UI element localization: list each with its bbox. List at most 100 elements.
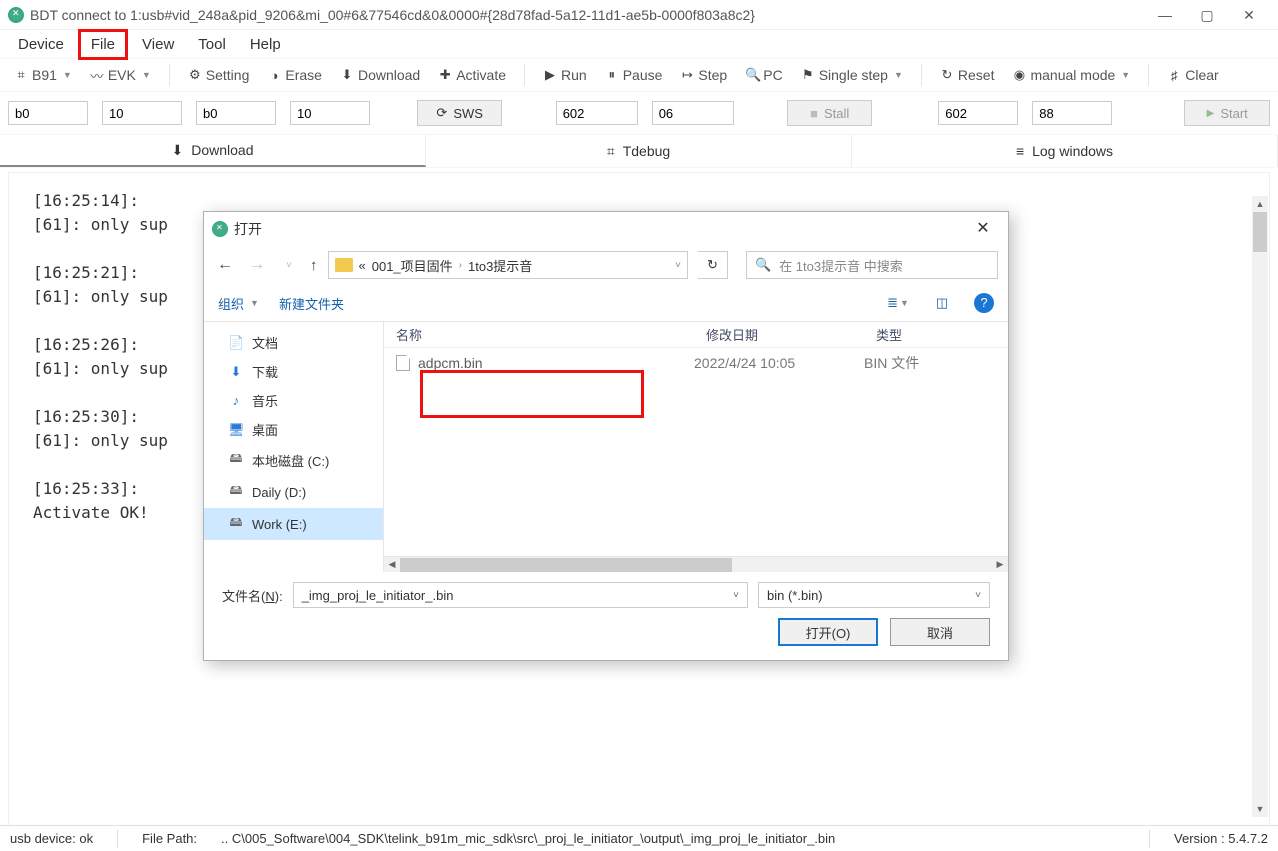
sidebar-item[interactable]: ♪音乐: [204, 386, 383, 415]
sidebar-item[interactable]: 🖥桌面: [204, 415, 383, 444]
breadcrumb[interactable]: « 001_项目固件 › 1to3提示音 ˅: [328, 251, 689, 279]
start-button[interactable]: Start: [1184, 100, 1270, 126]
sws-button[interactable]: ⟳SWS: [417, 100, 503, 126]
input-b0-2[interactable]: [196, 101, 276, 125]
pause-icon: ⏸: [605, 67, 619, 83]
stop-icon: ■: [810, 106, 818, 121]
steps-icon: ⚑: [801, 67, 815, 83]
minimize-button[interactable]: —: [1144, 1, 1186, 29]
download-button[interactable]: ⬇Download: [334, 63, 426, 87]
menu-help[interactable]: Help: [240, 32, 291, 57]
organize-button[interactable]: 组织▼: [218, 294, 259, 313]
menu-view[interactable]: View: [132, 32, 184, 57]
scroll-thumb[interactable]: [1253, 212, 1267, 252]
chevron-down-icon: ▼: [900, 298, 909, 308]
chip-selector[interactable]: ⌗B91▼: [8, 63, 78, 87]
single-step-button[interactable]: ⚑Single step▼: [795, 63, 909, 87]
input-10-1[interactable]: [102, 101, 182, 125]
dialog-nav: ← → ˅ ↑ « 001_项目固件 › 1to3提示音 ˅ ↻ 🔍 在 1to…: [204, 245, 1008, 285]
menu-tool[interactable]: Tool: [188, 32, 236, 57]
forward-button[interactable]: →: [246, 256, 268, 274]
chevron-down-icon[interactable]: ˅: [733, 590, 739, 601]
status-filepath: .. C\005_Software\004_SDK\telink_b91m_mi…: [221, 831, 1125, 846]
chevron-down-icon[interactable]: ˅: [675, 260, 681, 271]
input-602-1[interactable]: [556, 101, 638, 125]
file-icon: [396, 355, 410, 371]
dialog-close-button[interactable]: ✕: [966, 216, 1000, 242]
input-b0-1[interactable]: [8, 101, 88, 125]
view-mode-button[interactable]: ≣ ▼: [886, 292, 910, 314]
pc-button[interactable]: 🔍PC: [739, 63, 788, 87]
scroll-thumb[interactable]: [400, 558, 732, 572]
erase-button[interactable]: ◑Erase: [261, 63, 328, 87]
menu-file[interactable]: File: [78, 29, 128, 60]
file-row[interactable]: adpcm.bin2022/4/24 10:05BIN 文件: [384, 348, 1008, 378]
scroll-up-icon[interactable]: ▲: [1252, 196, 1268, 212]
toolbar-primary: ⌗B91▼ 〰EVK▼ ⚙Setting ◑Erase ⬇Download ✚A…: [0, 58, 1278, 92]
new-folder-button[interactable]: 新建文件夹: [279, 294, 344, 313]
sidebar-item[interactable]: 🖴本地磁盘 (C:): [204, 444, 383, 476]
search-input[interactable]: 🔍 在 1to3提示音 中搜索: [746, 251, 998, 279]
horizontal-scrollbar[interactable]: ◀ ▶: [384, 556, 1008, 572]
filename-input[interactable]: _img_proj_le_initiator_.bin ˅: [293, 582, 748, 608]
stall-button[interactable]: ■Stall: [787, 100, 873, 126]
recent-dropdown[interactable]: ˅: [278, 260, 300, 271]
pause-button[interactable]: ⏸Pause: [599, 63, 669, 87]
sidebar-item[interactable]: 🖴Daily (D:): [204, 476, 383, 508]
tab-tdebug[interactable]: ⌗Tdebug: [426, 135, 852, 167]
drive-icon: 🖴: [228, 449, 244, 471]
column-name[interactable]: 名称: [384, 325, 694, 344]
close-button[interactable]: ✕: [1228, 1, 1270, 29]
input-10-2[interactable]: [290, 101, 370, 125]
input-88[interactable]: [1032, 101, 1112, 125]
list-icon: ≡: [1016, 143, 1024, 159]
run-button[interactable]: ▶Run: [537, 63, 593, 87]
breadcrumb-seg2[interactable]: 1to3提示音: [468, 256, 532, 275]
sidebar-item[interactable]: 🖴Work (E:): [204, 508, 383, 540]
setting-button[interactable]: ⚙Setting: [182, 63, 256, 87]
breadcrumb-seg1[interactable]: 001_项目固件: [372, 256, 453, 275]
tab-download[interactable]: ⬇Download: [0, 135, 426, 167]
column-type[interactable]: 类型: [864, 325, 1008, 344]
file-list-header: 名称 修改日期 类型: [384, 322, 1008, 348]
chevron-down-icon[interactable]: ˅: [975, 590, 981, 601]
search-icon: 🔍: [755, 257, 771, 273]
dialog-title: 打开: [234, 219, 966, 239]
scroll-right-icon[interactable]: ▶: [992, 559, 1008, 570]
drive-icon: 🖥: [228, 422, 244, 438]
cancel-button[interactable]: 取消: [890, 618, 990, 646]
menu-device[interactable]: Device: [8, 32, 74, 57]
chevron-down-icon: ▼: [63, 70, 72, 80]
vertical-scrollbar[interactable]: ▲ ▼: [1252, 196, 1268, 817]
activate-button[interactable]: ✚Activate: [432, 63, 512, 87]
title-bar: BDT connect to 1:usb#vid_248a&pid_9206&m…: [0, 0, 1278, 30]
tab-log[interactable]: ≡Log windows: [852, 135, 1278, 167]
refresh-button[interactable]: ↻: [698, 251, 728, 279]
clear-button[interactable]: ♯Clear: [1161, 63, 1224, 87]
scroll-down-icon[interactable]: ▼: [1252, 801, 1268, 817]
manual-mode-selector[interactable]: ◉manual mode▼: [1006, 63, 1136, 87]
input-06[interactable]: [652, 101, 734, 125]
column-date[interactable]: 修改日期: [694, 325, 864, 344]
back-button[interactable]: ←: [214, 256, 236, 274]
filetype-selector[interactable]: bin (*.bin) ˅: [758, 582, 990, 608]
dialog-title-bar: 打开 ✕: [204, 212, 1008, 245]
maximize-button[interactable]: ▢: [1186, 1, 1228, 29]
status-usb: usb device: ok: [10, 831, 93, 846]
sidebar-item[interactable]: ⬇下载: [204, 357, 383, 386]
evk-selector[interactable]: 〰EVK▼: [84, 62, 157, 89]
reset-button[interactable]: ↻Reset: [934, 63, 1001, 87]
up-button[interactable]: ↑: [310, 257, 318, 274]
chevron-down-icon: ▼: [1121, 70, 1130, 80]
folder-icon: [335, 258, 353, 272]
dialog-file-list: 名称 修改日期 类型 adpcm.bin2022/4/24 10:05BIN 文…: [384, 322, 1008, 572]
sidebar-item[interactable]: 📄文档: [204, 328, 383, 357]
input-602-2[interactable]: [938, 101, 1018, 125]
preview-pane-button[interactable]: ◫: [930, 292, 954, 314]
open-button[interactable]: 打开(O): [778, 618, 878, 646]
chip-icon: ⌗: [14, 67, 28, 83]
help-button[interactable]: ?: [974, 293, 994, 313]
scroll-left-icon[interactable]: ◀: [384, 559, 400, 570]
toolbar-secondary: ⟳SWS ■Stall Start: [0, 92, 1278, 134]
step-button[interactable]: ↦Step: [674, 63, 733, 87]
